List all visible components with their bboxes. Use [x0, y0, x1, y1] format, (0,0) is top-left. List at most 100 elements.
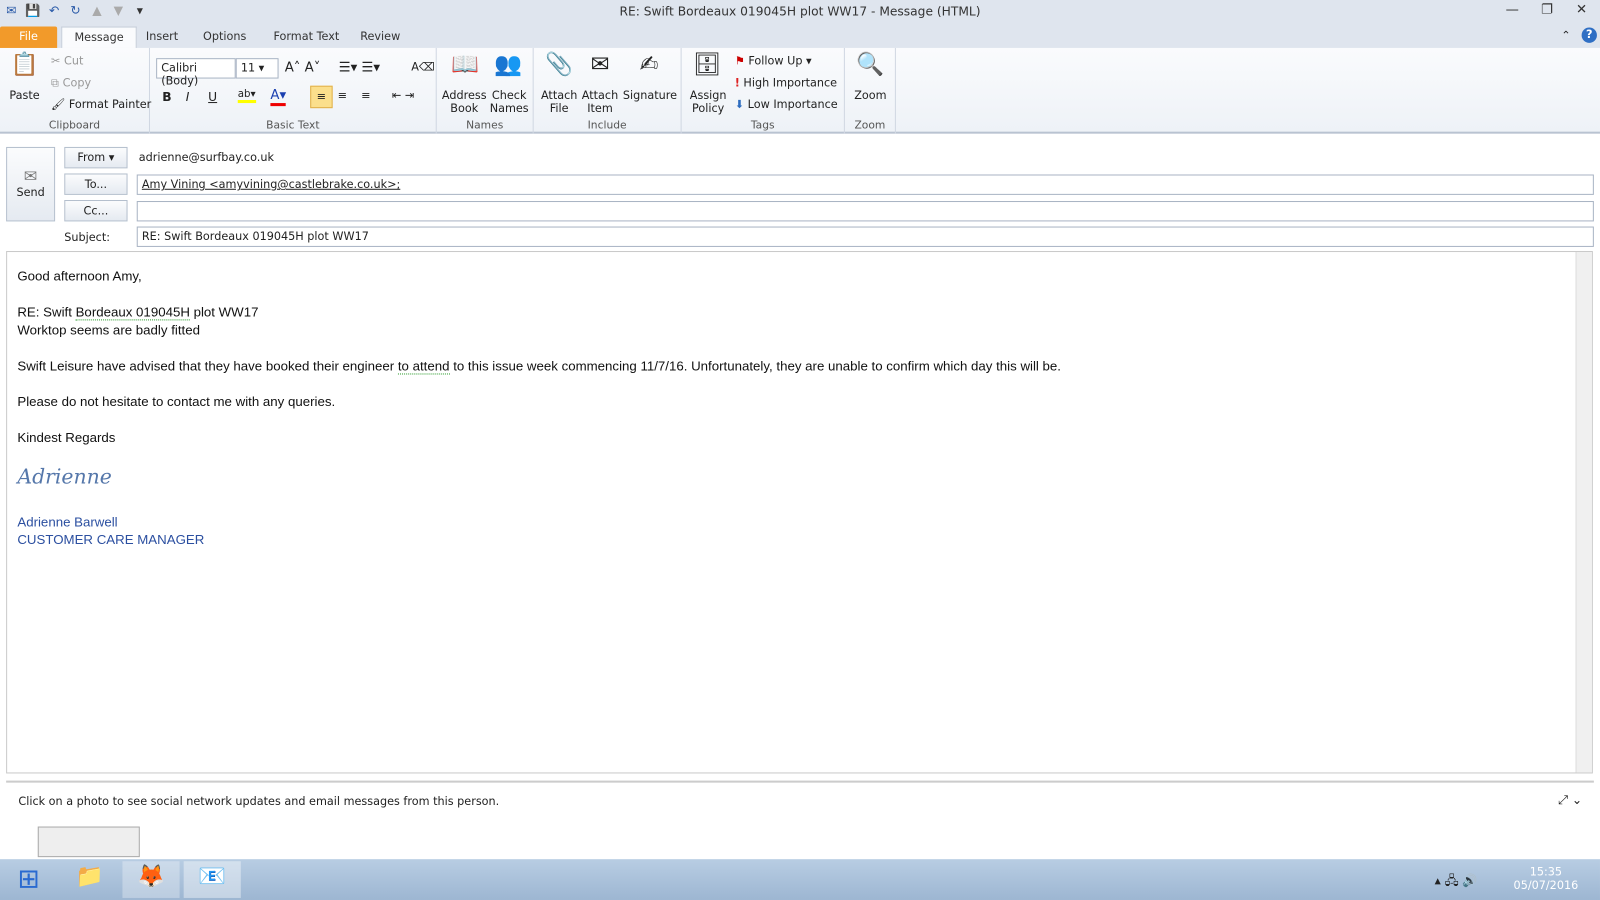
include-label: Include	[587, 119, 627, 132]
restore-button[interactable]: ❐	[1533, 2, 1562, 17]
bold-button[interactable]: B	[162, 90, 171, 104]
assign-policy-button[interactable]: Assign Policy	[686, 89, 731, 116]
indent-icon[interactable]: ⇤ ⇥	[392, 89, 414, 102]
explorer-icon[interactable]: 📁	[61, 861, 118, 898]
signature-button[interactable]: Signature	[621, 89, 678, 102]
help-icon[interactable]: ?	[1581, 27, 1597, 43]
message-body[interactable]: Good afternoon Amy, RE: Swift Bordeaux 0…	[6, 251, 1593, 774]
format-painter-label: Format Painter	[68, 97, 152, 112]
align-left-button[interactable]: ≡	[310, 85, 333, 109]
paragraph-2: Please do not hesitate to contact me wit…	[17, 393, 336, 410]
exclamation-icon: !	[734, 76, 740, 90]
basic-text-label: Basic Text	[266, 119, 320, 132]
underline-button[interactable]: U	[208, 90, 217, 104]
tab-message[interactable]: Message	[61, 26, 137, 48]
to-recipient[interactable]: Amy Vining <amyvining@castlebrake.co.uk>…	[142, 178, 400, 191]
closing: Kindest Regards	[17, 429, 116, 445]
paste-button[interactable]: Paste	[4, 89, 45, 102]
copy-label: Copy	[62, 76, 92, 90]
policy-icon: 🗄	[692, 52, 722, 78]
basic-text-group: Calibri (Body) 11 ▾ A˄ A˅ ☰▾ ☰▾ A⌫ B I U…	[150, 47, 437, 134]
to-button[interactable]: To...	[64, 173, 128, 195]
address-book-button[interactable]: Address Book	[441, 89, 488, 116]
tab-insert[interactable]: Insert	[134, 27, 191, 48]
send-button[interactable]: ✉ Send	[6, 146, 56, 222]
p1a: Swift Leisure have advised that they hav…	[17, 358, 398, 374]
attach-file-button[interactable]: Attach File	[540, 89, 579, 116]
signature-name: Adrienne Barwell	[17, 514, 118, 530]
tab-review[interactable]: Review	[348, 27, 413, 48]
from-button[interactable]: From ▾	[64, 146, 128, 169]
ribbon: 📋 Paste ✂ Cut ⧉ Copy 🖌 Format Painter Cl…	[0, 47, 1600, 134]
re-c: plot WW17	[189, 304, 259, 320]
follow-up-label: Follow Up	[748, 54, 803, 68]
check-names-button[interactable]: Check Names	[488, 89, 531, 116]
italic-button[interactable]: I	[186, 90, 190, 104]
highlight-icon[interactable]: ab▾	[237, 89, 256, 104]
from-label: From	[77, 151, 106, 165]
expand-pane-icon[interactable]: ⤢ ⌄	[1558, 793, 1582, 808]
contact-photo[interactable]	[37, 826, 140, 858]
zoom-button[interactable]: Zoom	[849, 89, 892, 102]
minimize-button[interactable]: —	[1498, 2, 1527, 17]
clear-format-icon[interactable]: A⌫	[411, 60, 435, 73]
cut-label: Cut	[63, 54, 84, 68]
paste-icon[interactable]: 📋	[8, 52, 41, 78]
attach-item-button[interactable]: Attach Item	[581, 89, 620, 116]
tab-format-text[interactable]: Format Text	[261, 27, 351, 48]
format-painter-button[interactable]: 🖌 Format Painter	[51, 98, 151, 111]
p1c: to this issue week commencing 11/7/16. U…	[449, 358, 1061, 374]
font-size-select[interactable]: 11 ▾	[235, 58, 279, 79]
to-field[interactable]: Amy Vining <amyvining@castlebrake.co.uk>…	[136, 174, 1594, 195]
window-title: RE: Swift Bordeaux 019045H plot WW17 - M…	[619, 4, 981, 19]
clipboard-label: Clipboard	[48, 119, 101, 132]
re-line: RE: Swift Bordeaux 019045H plot WW17	[17, 304, 259, 321]
send-icon: ✉	[23, 166, 38, 186]
copy-button[interactable]: ⧉ Copy	[51, 77, 91, 91]
zoom-group: 🔍 Zoom Zoom	[845, 47, 896, 134]
font-color-icon[interactable]: A▾	[270, 88, 287, 107]
signature-script: Adrienne	[17, 464, 112, 489]
flag-icon: ⚑	[734, 54, 745, 68]
high-importance-button[interactable]: ! High Importance	[735, 77, 837, 90]
tray-icons[interactable]: ▴ 🖧 🔊	[1435, 871, 1478, 892]
names-group: 📖 Address Book 👥 Check Names Names	[437, 47, 534, 134]
tab-file[interactable]: File	[0, 26, 58, 48]
cut-button[interactable]: ✂ Cut	[51, 54, 83, 67]
from-address: adrienne@surfbay.co.uk	[138, 151, 274, 165]
tags-label: Tags	[750, 119, 775, 132]
follow-up-button[interactable]: ⚑ Follow Up ▾	[735, 54, 812, 67]
p1b: to attend	[397, 358, 450, 375]
firefox-icon[interactable]: 🦊	[122, 861, 180, 898]
bullets-icon[interactable]: ☰▾ ☰▾	[339, 60, 380, 75]
issue-line: Worktop seems are badly fitted	[17, 322, 200, 338]
vertical-scrollbar[interactable]	[1575, 252, 1592, 773]
subject-field[interactable]: RE: Swift Bordeaux 019045H plot WW17	[136, 226, 1594, 247]
date: 05/07/2016	[1513, 878, 1579, 892]
start-button[interactable]: ⊞	[0, 861, 57, 898]
high-importance-label: High Importance	[743, 76, 838, 90]
pane-splitter[interactable]	[6, 780, 1594, 783]
paperclip-icon: 📎	[545, 52, 574, 78]
clock[interactable]: 15:35 05/07/2016	[1510, 865, 1581, 892]
align-right-button[interactable]: ≡	[361, 89, 370, 102]
cc-field[interactable]	[136, 201, 1594, 222]
minimize-ribbon-icon[interactable]: ⌃	[1561, 29, 1570, 42]
tags-group: 🗄 Assign Policy ⚑ Follow Up ▾ ! High Imp…	[682, 47, 845, 134]
font-name-select[interactable]: Calibri (Body)	[156, 58, 236, 88]
greeting: Good afternoon Amy,	[17, 268, 142, 284]
time: 15:35	[1529, 865, 1563, 879]
check-names-icon: 👥	[494, 52, 523, 78]
low-importance-button[interactable]: ⬇ Low Importance	[735, 98, 838, 111]
zoom-label: Zoom	[854, 119, 886, 132]
grow-font-icon[interactable]: A˄ A˅	[285, 60, 321, 75]
outlook-taskbar-icon[interactable]: 📧	[183, 861, 241, 898]
tab-options[interactable]: Options	[191, 27, 259, 48]
cc-button[interactable]: Cc...	[64, 199, 128, 222]
include-group: 📎 Attach File ✉ Attach Item ✍ Signature …	[534, 47, 682, 134]
close-button[interactable]: ✕	[1567, 2, 1596, 17]
signature-title: CUSTOMER CARE MANAGER	[17, 531, 205, 547]
align-center-button[interactable]: ≡	[338, 89, 347, 102]
font-name-value: Calibri (Body)	[161, 61, 199, 88]
taskbar: ⊞ 📁 🦊 📧 ▴ 🖧 🔊 15:35 05/07/2016	[0, 859, 1600, 900]
